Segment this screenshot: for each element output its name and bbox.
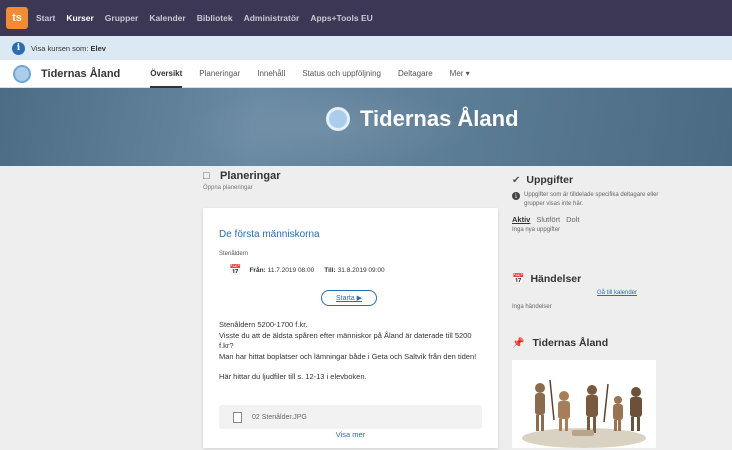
planning-icon: □ [203,170,210,182]
uppgifter-section: ✔ Uppgifter i Uppgifter som är tilldelad… [512,174,662,233]
file-attachment[interactable]: 02 Stenålder.JPG [219,405,482,429]
view-as-prefix: Visa kursen som: [31,43,91,53]
planeringar-title: Planeringar [220,170,281,182]
handelser-section: 📅 Händelser [512,273,662,285]
handelser-header: 📅 Händelser [512,273,662,285]
view-as-bar: i Visa kursen som: Elev [0,36,732,60]
banner-title-group: Tidernas Åland [326,106,519,132]
pin-icon: 📌 [512,337,525,349]
to-value: 31.8.2019 09:00 [337,267,385,274]
file-icon [233,411,242,423]
show-more-link[interactable]: Visa mer [203,430,498,439]
planning-dates: 📅 Från: 11.7.2019 08:00 Till: 31.8.2019 … [229,265,385,276]
from-value: 11.7.2019 08:00 [267,267,315,274]
course-info-title: Tidernas Åland [532,337,609,349]
ts-logo[interactable]: ts [6,7,28,29]
tab-mer[interactable]: Mer ▾ [450,60,470,88]
view-as-role: Elev [90,43,106,53]
tab-innehall[interactable]: Innehåll [257,60,285,88]
description-line: Visste du att de äldsta spåren efter män… [219,330,472,351]
nav-kalender[interactable]: Kalender [149,13,185,23]
description-line: Man har hittat boplatser och lämningar b… [219,351,477,361]
from-label: Från: [249,267,266,274]
file-name[interactable]: 02 Stenålder.JPG [252,414,307,421]
tab-deltagare[interactable]: Deltagare [398,60,433,88]
uppgifter-empty: Inga nya uppgifter [512,227,561,233]
course-avatar-icon [13,64,31,83]
banner-course-icon [326,107,350,131]
planning-card: De första människorna Stenåldern 📅 Från:… [203,208,498,448]
start-button[interactable]: Starta ▶ [321,290,377,306]
course-illustration [512,360,656,448]
top-navigation: ts Start Kurser Grupper Kalender Bibliot… [0,0,732,36]
uppgifter-note: i Uppgifter som är tilldelade specifika … [512,191,662,208]
course-header: Tidernas Åland Översikt Planeringar Inne… [0,60,732,88]
stone-age-people-illustration [512,360,656,448]
planeringar-section: □ Planeringar Öppna planeringar [203,170,498,191]
nav-apps-tools[interactable]: Apps+Tools EU [310,13,372,23]
view-as-text: Visa kursen som: Elev [31,44,106,53]
planning-category: Stenåldern [219,251,249,257]
info-icon: i [12,41,25,55]
course-info-section: 📌 Tidernas Åland [512,337,662,349]
info-icon: i [512,192,520,200]
description-line: Stenåldern 5200-1700 f.kr. [219,320,308,329]
planeringar-header: □ Planeringar [203,170,498,182]
uppgifter-note-text: Uppgifter som är tilldelade specifika de… [524,192,659,207]
nav-administrator[interactable]: Administratör [244,13,300,23]
course-title[interactable]: Tidernas Åland [41,68,120,80]
tab-slutfort[interactable]: Slutfört [536,215,560,224]
course-info-header: 📌 Tidernas Åland [512,337,662,349]
checkmark-icon: ✔ [512,174,521,186]
tab-status[interactable]: Status och uppföljning [302,60,381,88]
tab-planeringar[interactable]: Planeringar [199,60,240,88]
nav-grupper[interactable]: Grupper [105,13,139,23]
tab-oversikt[interactable]: Översikt [150,60,183,88]
go-to-calendar-link[interactable]: Gå till kalender [597,290,637,296]
uppgifter-tabs: Aktiv Slutfört Dolt [512,215,662,224]
tab-dolt[interactable]: Dolt [566,215,579,224]
banner-title: Tidernas Åland [360,106,519,131]
handelser-empty: Inga händelser [512,304,552,310]
uppgifter-header: ✔ Uppgifter [512,174,662,186]
nav-kurser[interactable]: Kurser [66,13,93,23]
nav-start[interactable]: Start [36,13,55,23]
course-banner: Tidernas Åland [0,88,732,166]
planeringar-subtitle: Öppna planeringar [203,185,253,191]
planning-description: Stenåldern 5200-1700 f.kr. Visste du att… [219,320,484,383]
planning-title[interactable]: De första människorna [219,229,320,240]
handelser-title: Händelser [530,273,582,285]
tab-aktiv[interactable]: Aktiv [512,215,530,224]
calendar-icon: 📅 [229,265,242,276]
calendar-icon: 📅 [512,273,525,285]
to-label: Till: [324,267,336,274]
uppgifter-title: Uppgifter [526,174,574,186]
description-extra: Här hittar du ljudfiler till s. 12-13 i … [219,372,367,381]
nav-bibliotek[interactable]: Bibliotek [197,13,233,23]
